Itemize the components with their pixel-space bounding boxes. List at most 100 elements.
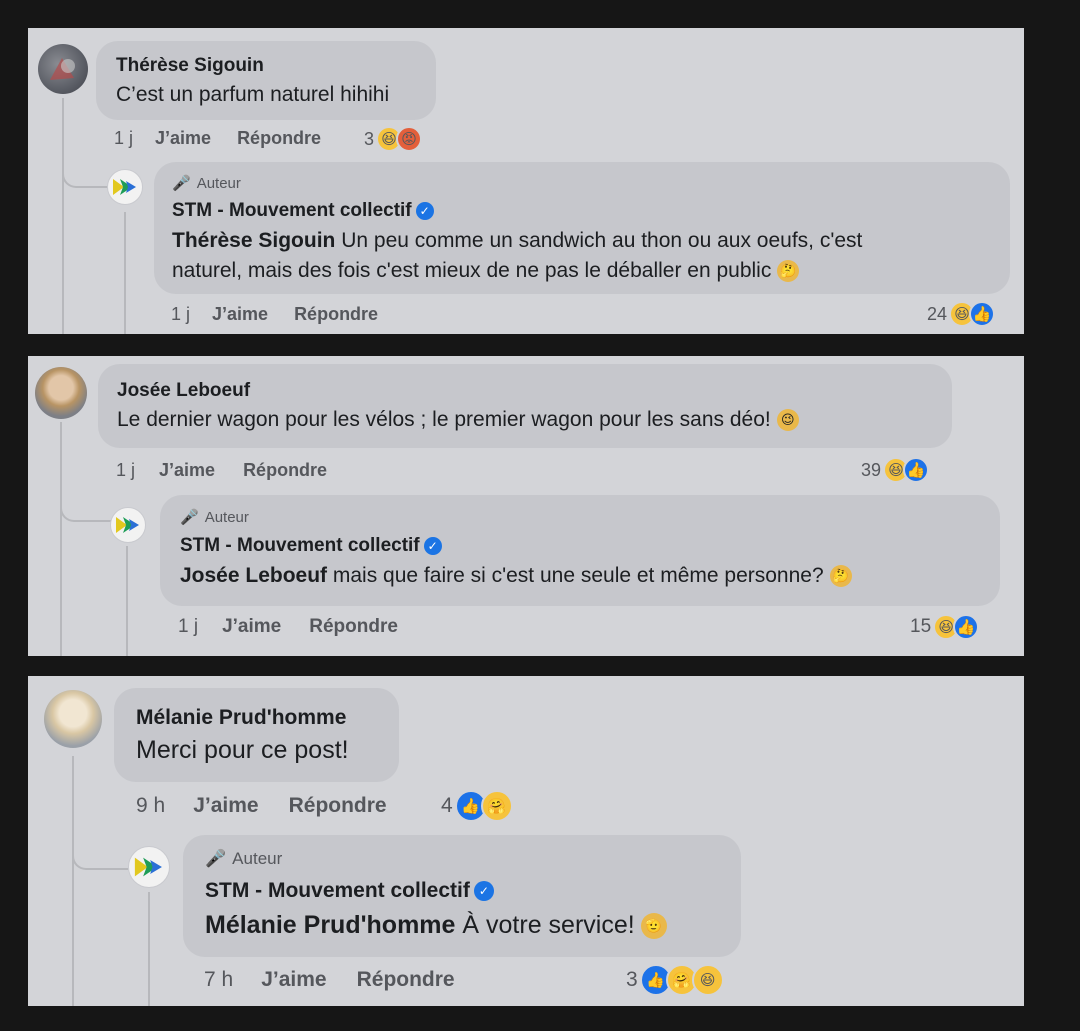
reply-time[interactable]: 7 h: [204, 968, 233, 992]
like-button[interactable]: J’aime: [193, 794, 258, 818]
reply-author[interactable]: STM - Mouvement collectif ✓: [172, 200, 434, 222]
reply-button[interactable]: Répondre: [237, 128, 321, 149]
reply-mention[interactable]: Mélanie Prud'homme: [205, 911, 455, 939]
reply-bubble: 🎤 Auteur STM - Mouvement collectif ✓ José…: [160, 495, 1000, 606]
reply-actions: 1 j J’aime Répondre: [171, 304, 378, 325]
like-reaction-icon: 👍: [969, 301, 996, 327]
stm-avatar[interactable]: [128, 846, 170, 888]
author-badge: 🎤 Auteur: [180, 508, 249, 527]
like-reaction-icon: 👍: [953, 614, 980, 640]
reply-button[interactable]: Répondre: [357, 968, 455, 992]
comment-panel-2: Josée Leboeuf Le dernier wagon pour les …: [28, 356, 1024, 656]
reply-author-name: STM - Mouvement collectif: [180, 535, 420, 556]
reaction-summary[interactable]: 24 😆 👍: [927, 301, 996, 327]
microphone-icon: 🎤: [172, 175, 191, 192]
reply-author-name: STM - Mouvement collectif: [172, 200, 412, 221]
reply-time[interactable]: 1 j: [178, 616, 198, 638]
reply-time[interactable]: 1 j: [171, 304, 190, 325]
like-button[interactable]: J’aime: [155, 128, 211, 149]
verified-badge-icon: ✓: [423, 536, 442, 555]
reaction-count: 39: [861, 459, 882, 480]
avatar[interactable]: [44, 690, 102, 748]
microphone-icon: 🎤: [205, 849, 227, 868]
reply-mention[interactable]: Josée Leboeuf: [180, 564, 327, 587]
comment-actions: 1 j J’aime Répondre: [114, 128, 321, 149]
like-button[interactable]: J’aime: [212, 304, 268, 325]
wink-emoji-icon: 😉: [776, 409, 799, 432]
reply-actions: 7 h J’aime Répondre: [204, 968, 455, 992]
stm-avatar[interactable]: [110, 507, 146, 543]
reply-author[interactable]: STM - Mouvement collectif ✓: [180, 535, 442, 557]
thread-line: [62, 98, 64, 334]
avatar[interactable]: [35, 367, 87, 419]
reply-bubble: 🎤 Auteur STM - Mouvement collectif ✓ Thér…: [154, 162, 1010, 294]
author-badge-label: Auteur: [204, 508, 249, 526]
reply-thread-line: [148, 892, 150, 1006]
comment-text: Merci pour ce post!: [136, 736, 349, 764]
reply-author-name: STM - Mouvement collectif: [205, 879, 470, 902]
author-badge-label: Auteur: [196, 174, 241, 192]
avatar-image-icon: [50, 58, 75, 80]
comment-author[interactable]: Josée Leboeuf: [117, 380, 250, 402]
reply-button[interactable]: Répondre: [243, 460, 327, 481]
comment-time[interactable]: 1 j: [116, 460, 135, 481]
reply-connector: [72, 826, 128, 870]
reply-bubble: 🎤 Auteur STM - Mouvement collectif ✓ Méla…: [183, 835, 741, 957]
reply-text: Mélanie Prud'homme À votre service! 🫡: [205, 911, 667, 940]
like-button[interactable]: J’aime: [222, 616, 281, 638]
comment-text: C’est un parfum naturel hihihi: [116, 83, 390, 106]
like-button[interactable]: J’aime: [159, 460, 215, 481]
avatar[interactable]: [38, 44, 88, 94]
verified-badge-icon: ✓: [473, 881, 494, 902]
angry-reaction-icon: 😡: [396, 126, 423, 152]
reply-button[interactable]: Répondre: [309, 616, 398, 638]
author-badge: 🎤 Auteur: [205, 849, 282, 869]
reaction-summary[interactable]: 3 👍 🤗 😆: [626, 964, 724, 996]
verified-badge-icon: ✓: [415, 201, 434, 220]
reaction-count: 15: [910, 616, 932, 637]
reaction-summary[interactable]: 3 😆 😡: [364, 126, 423, 152]
reaction-summary[interactable]: 39 😆 👍: [861, 457, 930, 483]
reply-mention[interactable]: Thérèse Sigouin: [172, 229, 335, 252]
reaction-summary[interactable]: 4 👍 🤗: [441, 790, 513, 822]
reply-author[interactable]: STM - Mouvement collectif ✓: [205, 879, 494, 903]
comment-author[interactable]: Mélanie Prud'homme: [136, 706, 346, 730]
comment-panel-3: Mélanie Prud'homme Merci pour ce post! 9…: [28, 676, 1024, 1006]
reply-button[interactable]: Répondre: [294, 304, 378, 325]
author-badge-label: Auteur: [232, 849, 283, 868]
comment-time[interactable]: 9 h: [136, 794, 165, 818]
reaction-count: 3: [626, 968, 638, 991]
reply-connector: [60, 482, 112, 522]
salute-emoji-icon: 🫡: [640, 913, 667, 940]
thread-line: [72, 756, 74, 1006]
stm-logo-icon: [134, 857, 162, 877]
like-button[interactable]: J’aime: [261, 968, 326, 992]
comment-panel-1: Thérèse Sigouin C’est un parfum naturel …: [28, 28, 1024, 334]
reply-text-line-2: naturel, mais des fois c'est mieux de ne…: [172, 259, 772, 282]
comment-text: Le dernier wagon pour les vélos ; le pre…: [117, 408, 799, 432]
author-badge: 🎤 Auteur: [172, 174, 241, 193]
comment-bubble: Mélanie Prud'homme Merci pour ce post!: [114, 688, 399, 782]
comment-time[interactable]: 1 j: [114, 128, 133, 149]
thinking-emoji-icon: 🤔: [829, 565, 852, 588]
comment-author[interactable]: Thérèse Sigouin: [116, 55, 264, 77]
comment-actions: 1 j J’aime Répondre: [116, 460, 327, 481]
haha-reaction-icon: 😆: [691, 964, 724, 996]
comment-bubble: Thérèse Sigouin C’est un parfum naturel …: [96, 41, 436, 120]
thinking-emoji-icon: 🤔: [777, 260, 800, 283]
reaction-count: 3: [364, 128, 375, 149]
reply-text: Thérèse Sigouin Un peu comme un sandwich…: [172, 226, 862, 286]
comment-actions: 9 h J’aime Répondre: [136, 794, 387, 818]
reply-text-content: mais que faire si c'est une seule et mêm…: [327, 564, 824, 587]
reply-text: Josée Leboeuf mais que faire si c'est un…: [180, 564, 852, 588]
reaction-summary[interactable]: 15 😆 👍: [910, 614, 980, 640]
stm-logo-icon: [113, 179, 136, 195]
stm-logo-icon: [116, 517, 139, 533]
care-reaction-icon: 🤗: [480, 790, 513, 822]
reply-button[interactable]: Répondre: [289, 794, 387, 818]
stm-avatar[interactable]: [107, 169, 143, 205]
reply-thread-line: [124, 212, 126, 334]
reaction-count: 4: [441, 794, 453, 817]
microphone-icon: 🎤: [180, 509, 199, 526]
reply-actions: 1 j J’aime Répondre: [178, 616, 398, 638]
